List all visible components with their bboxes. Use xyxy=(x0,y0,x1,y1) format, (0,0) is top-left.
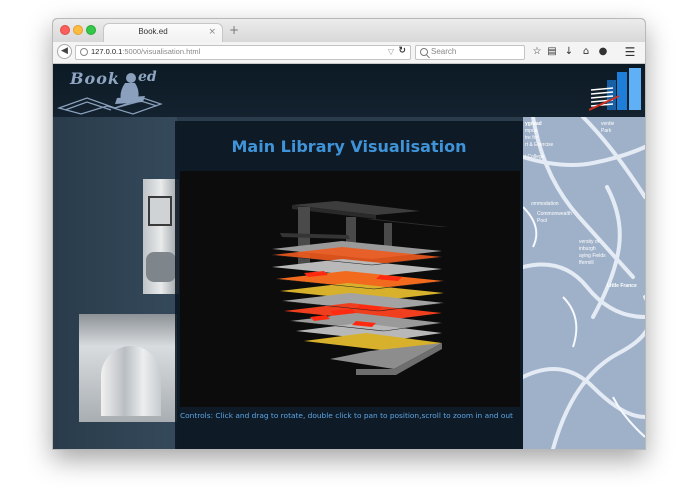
dropmarker-icon[interactable]: ▽ xyxy=(388,47,394,56)
tab-close-icon[interactable]: × xyxy=(208,27,216,37)
home-icon[interactable]: ⌂ xyxy=(579,45,593,59)
site-header: Book ed xyxy=(53,64,645,117)
map-label: ommodation xyxy=(531,201,559,207)
minimize-window-button[interactable] xyxy=(73,25,83,35)
globe-icon xyxy=(80,48,88,56)
logo-text: Book xyxy=(70,69,120,88)
tab-title: Book.ed xyxy=(138,27,168,36)
bookmark-star-icon[interactable]: ☆ xyxy=(530,45,544,59)
map-label: Pool xyxy=(537,218,548,224)
controls-instructions: Controls: Click and drag to rotate, doub… xyxy=(180,411,513,420)
page-content: Book ed ygroad mpus tre for rt & Exercis… xyxy=(53,64,645,449)
url-host: 127.0.0.1 xyxy=(91,47,123,56)
map-label: rt & Exercise xyxy=(525,142,554,148)
map-label: ffermill xyxy=(579,260,594,266)
address-bar[interactable]: 127.0.0.1:5000/visualisation.html ▽ ↻ xyxy=(75,45,411,60)
map-label: Commonwealth xyxy=(537,211,572,217)
close-window-button[interactable] xyxy=(60,25,70,35)
map-label: mpus xyxy=(525,128,538,134)
url-path: :5000/visualisation.html xyxy=(122,47,201,56)
map-label: aying Fields xyxy=(579,253,606,259)
menu-icon[interactable]: ☰ xyxy=(623,45,637,59)
navigation-bar: ◀ 127.0.0.1:5000/visualisation.html ▽ ↻ … xyxy=(53,42,645,64)
search-input[interactable]: Search xyxy=(415,45,525,60)
bars-logo-icon xyxy=(589,68,641,111)
visualisation-modal: Main Library Visualisation Controls: Cli… xyxy=(175,121,523,449)
clipboard-icon[interactable]: ▤ xyxy=(545,45,559,59)
map-label: inburgh xyxy=(579,246,596,252)
map-label: Park xyxy=(601,128,612,134)
library-photo-chair xyxy=(146,252,176,282)
map-label: ventie xyxy=(601,121,615,127)
browser-tab[interactable]: Book.ed × xyxy=(103,23,223,43)
library-3d-model xyxy=(271,201,448,375)
back-icon: ◀ xyxy=(61,46,68,56)
download-icon[interactable]: ↓ xyxy=(562,45,576,59)
chat-icon[interactable]: ● xyxy=(596,45,610,59)
map-label: ygroad xyxy=(525,121,542,127)
maximize-window-button[interactable] xyxy=(86,25,96,35)
back-button[interactable]: ◀ xyxy=(57,44,72,59)
search-icon xyxy=(420,48,428,56)
logo-suffix: ed xyxy=(138,69,157,85)
library-photo-frame xyxy=(148,196,172,226)
url-text: 127.0.0.1:5000/visualisation.html xyxy=(91,47,200,56)
3d-viewer-canvas[interactable] xyxy=(180,171,520,407)
map-label: tre for xyxy=(525,135,539,141)
map-label: i College xyxy=(525,154,545,160)
modal-title: Main Library Visualisation xyxy=(231,137,467,156)
search-placeholder: Search xyxy=(431,47,457,56)
library-photo-wall xyxy=(101,346,161,416)
reload-icon[interactable]: ↻ xyxy=(398,46,406,56)
map-label: Little France xyxy=(607,283,637,289)
map-label: versity of xyxy=(579,239,600,245)
browser-window: Book.ed × + ◀ 127.0.0.1:5000/visualisati… xyxy=(52,18,646,450)
background-map: ygroad mpus tre for rt & Exercise i Coll… xyxy=(523,117,645,449)
new-tab-button[interactable]: + xyxy=(229,23,239,37)
title-bar: Book.ed × + xyxy=(53,19,645,43)
